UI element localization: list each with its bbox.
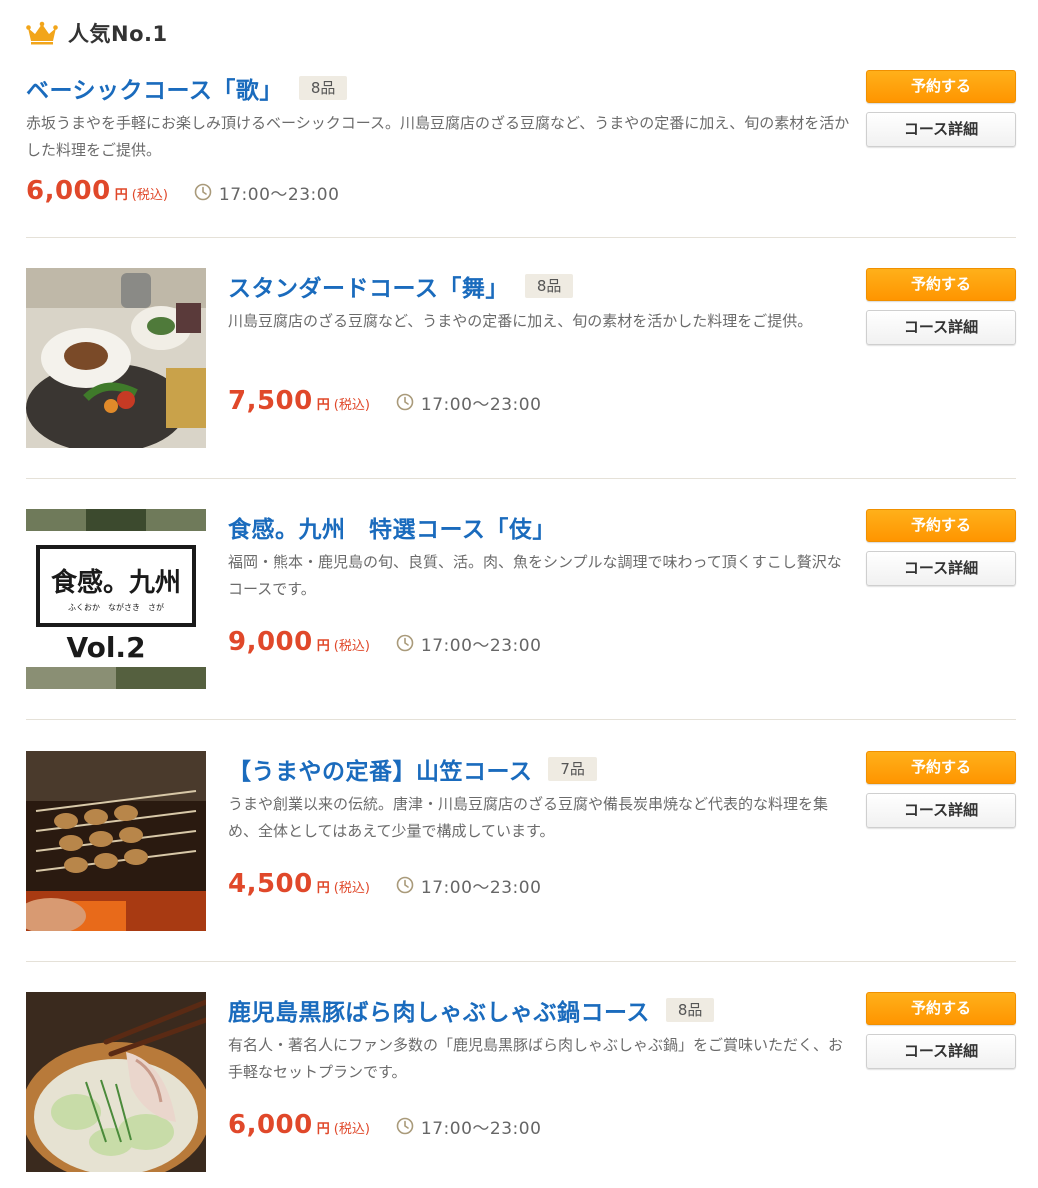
course-hours: 17:00〜23:00: [218, 184, 340, 205]
course-image[interactable]: [26, 751, 206, 931]
course-item: 鹿児島黒豚ばら肉しゃぶしゃぶ鍋コース 8品 有名人・著名人にファン多数の「鹿児島…: [26, 992, 1016, 1182]
course-actions: 予約する コース詳細: [866, 70, 1016, 147]
course-description: 有名人・著名人にファン多数の「鹿児島黒豚ばら肉しゃぶしゃぶ鍋」をご賞味いただく、…: [228, 1036, 844, 1081]
course-item: スタンダードコース「舞」 8品 川島豆腐店のざる豆腐など、うまやの定番に加え、旬…: [26, 268, 1016, 480]
course-title-link[interactable]: 食感。九州 特選コース「伎」: [228, 510, 556, 544]
divider: [26, 961, 1016, 962]
tax-note: (税込): [333, 398, 370, 413]
rank-label: 人気No.1: [68, 22, 168, 46]
reserve-button[interactable]: 予約する: [866, 70, 1016, 103]
shabu-shabu-pot-photo: [26, 992, 206, 1172]
course-item: 食感。九州 ふくおか ながさき さが Vol.2 食感。九州 特選コース「伎」 …: [26, 509, 1016, 721]
kyushu-vol2-banner: 食感。九州 ふくおか ながさき さが Vol.2: [26, 509, 206, 689]
clock-icon: [396, 876, 414, 894]
yen-unit: 円: [316, 398, 330, 413]
price-row: 7,500 円 (税込) 17:00〜23:00: [228, 386, 541, 416]
course-list-page: 人気No.1 ベーシックコース「歌」 8品 赤坂うまやを手軽にお楽しみ頂けるベー…: [0, 0, 1038, 1188]
course-description: 福岡・熊本・鹿児島の旬、良質、活。肉、魚をシンプルな調理で味わって頂くすこし贅沢…: [228, 553, 842, 598]
course-info: 食感。九州 特選コース「伎」 福岡・熊本・鹿児島の旬、良質、活。肉、魚をシンプル…: [228, 509, 854, 657]
course-description: うまや創業以来の伝統。唐津・川島豆腐店のざる豆腐や備長炭串焼など代表的な料理を集…: [228, 795, 829, 840]
clock-icon: [194, 183, 212, 201]
course-description: 川島豆腐店のざる豆腐など、うまやの定番に加え、旬の素材を活かした料理をご提供。: [228, 312, 813, 330]
course-item: 【うまやの定番】山笠コース 7品 うまや創業以来の伝統。唐津・川島豆腐店のざる豆…: [26, 751, 1016, 963]
clock-icon: [396, 393, 414, 411]
reserve-button[interactable]: 予約する: [866, 268, 1016, 301]
price-row: 9,000 円 (税込) 17:00〜23:00: [228, 627, 541, 657]
course-image[interactable]: [26, 268, 206, 448]
course-actions: 予約する コース詳細: [866, 509, 1016, 586]
dish-count-badge: 8品: [665, 998, 715, 1022]
yakitori-grill-photo: [26, 751, 206, 931]
dish-count-badge: 7品: [548, 757, 597, 781]
reserve-button[interactable]: 予約する: [866, 509, 1016, 542]
course-detail-button[interactable]: コース詳細: [866, 793, 1016, 828]
dish-count-badge: 8品: [298, 76, 348, 100]
hours-group: 17:00〜23:00: [396, 873, 541, 898]
course-title-link[interactable]: 鹿児島黒豚ばら肉しゃぶしゃぶ鍋コース: [228, 993, 650, 1027]
reserve-button[interactable]: 予約する: [866, 992, 1016, 1025]
course-actions: 予約する コース詳細: [866, 751, 1016, 828]
clock-icon: [396, 1117, 414, 1135]
course-price: 6,000: [228, 1110, 313, 1140]
tax-note: (税込): [131, 188, 168, 203]
course-price: 7,500: [228, 386, 313, 416]
course-hours: 17:00〜23:00: [420, 1118, 542, 1139]
course-price: 9,000: [228, 627, 313, 657]
course-detail-button[interactable]: コース詳細: [866, 310, 1016, 345]
course-item: ベーシックコース「歌」 8品 赤坂うまやを手軽にお楽しみ頂けるベーシックコース。…: [26, 70, 1016, 238]
hours-group: 17:00〜23:00: [396, 631, 541, 656]
yen-unit: 円: [114, 188, 128, 203]
course-title-link[interactable]: 【うまやの定番】山笠コース: [228, 752, 532, 786]
course-detail-button[interactable]: コース詳細: [866, 1034, 1016, 1069]
course-hours: 17:00〜23:00: [420, 635, 542, 656]
course-info: ベーシックコース「歌」 8品 赤坂うまやを手軽にお楽しみ頂けるベーシックコース。…: [26, 70, 856, 206]
tax-note: (税込): [333, 639, 370, 654]
price-row: 6,000 円 (税込) 17:00〜23:00: [228, 1110, 541, 1140]
course-title-link[interactable]: スタンダードコース「舞」: [228, 269, 509, 303]
course-info: スタンダードコース「舞」 8品 川島豆腐店のざる豆腐など、うまやの定番に加え、旬…: [228, 268, 854, 416]
dish-count-badge: 8品: [524, 274, 574, 298]
yen-unit: 円: [316, 639, 330, 654]
tax-note: (税込): [333, 1122, 370, 1137]
course-detail-button[interactable]: コース詳細: [866, 112, 1016, 147]
course-detail-button[interactable]: コース詳細: [866, 551, 1016, 586]
crown-icon: [26, 21, 58, 45]
banner-subtitle: ふくおか ながさき さが: [68, 602, 164, 612]
clock-icon: [396, 634, 414, 652]
hours-group: 17:00〜23:00: [396, 1114, 541, 1139]
course-actions: 予約する コース詳細: [866, 268, 1016, 345]
banner-title: 食感。九州: [51, 567, 181, 598]
hours-group: 17:00〜23:00: [396, 390, 541, 415]
course-description: 赤坂うまやを手軽にお楽しみ頂けるベーシックコース。川島豆腐店のざる豆腐など、うま…: [26, 114, 850, 159]
reserve-button[interactable]: 予約する: [866, 751, 1016, 784]
course-title-link[interactable]: ベーシックコース「歌」: [26, 71, 283, 105]
course-image[interactable]: [26, 992, 206, 1172]
price-row: 6,000 円 (税込) 17:00〜23:00: [26, 176, 856, 206]
course-actions: 予約する コース詳細: [866, 992, 1016, 1069]
divider: [26, 478, 1016, 479]
course-info: 鹿児島黒豚ばら肉しゃぶしゃぶ鍋コース 8品 有名人・著名人にファン多数の「鹿児島…: [228, 992, 854, 1140]
course-hours: 17:00〜23:00: [420, 877, 542, 898]
course-hours: 17:00〜23:00: [420, 394, 542, 415]
rank-header: 人気No.1: [26, 18, 168, 48]
banner-volume: Vol.2: [66, 631, 145, 664]
course-price: 4,500: [228, 869, 313, 899]
divider: [26, 237, 1016, 238]
course-info: 【うまやの定番】山笠コース 7品 うまや創業以来の伝統。唐津・川島豆腐店のざる豆…: [228, 751, 854, 899]
yen-unit: 円: [316, 1122, 330, 1137]
tax-note: (税込): [333, 881, 370, 896]
yen-unit: 円: [316, 881, 330, 896]
course-price: 6,000: [26, 176, 111, 206]
course-dishes-photo: [26, 268, 206, 448]
course-image[interactable]: 食感。九州 ふくおか ながさき さが Vol.2: [26, 509, 206, 689]
divider: [26, 719, 1016, 720]
hours-group: 17:00〜23:00: [194, 180, 339, 205]
price-row: 4,500 円 (税込) 17:00〜23:00: [228, 869, 541, 899]
